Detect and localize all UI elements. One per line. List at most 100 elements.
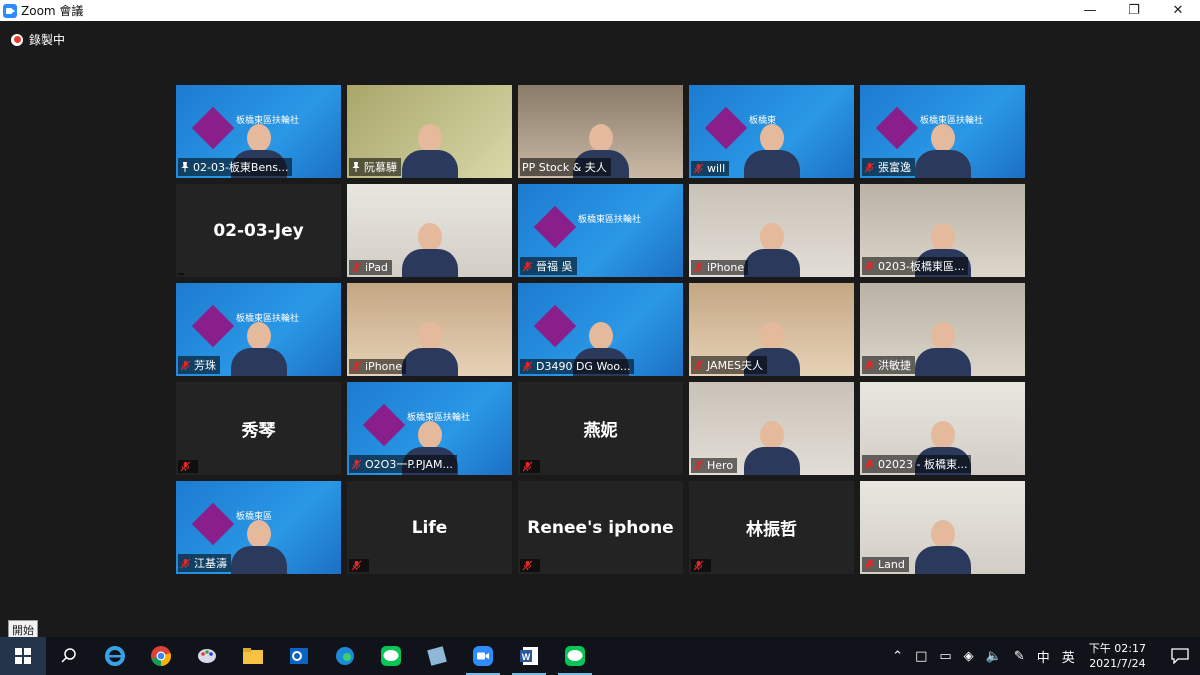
participant-tile[interactable]: Land	[860, 481, 1025, 574]
participant-display-name: 林振哲	[746, 520, 797, 540]
name-label: will	[691, 161, 730, 176]
participant-name: 芳珠	[194, 359, 216, 372]
microphone-muted-icon	[522, 261, 533, 272]
battery-icon[interactable]: ▭	[939, 649, 951, 664]
wifi-icon[interactable]: ◈	[964, 649, 974, 664]
chevron-up-icon[interactable]: ⌃	[892, 649, 903, 664]
participant-video-figure	[914, 318, 971, 376]
participant-head	[930, 124, 955, 152]
participant-tile[interactable]: 秀琴	[176, 382, 341, 475]
start-button[interactable]	[0, 637, 46, 675]
clock[interactable]: 下午 02:17 2021/7/24	[1089, 641, 1146, 671]
taskbar-line-2[interactable]	[552, 637, 598, 675]
participant-tile[interactable]: 02023 - 板橋東...	[860, 382, 1025, 475]
participant-tile[interactable]: 洪敏捷	[860, 283, 1025, 376]
participant-tile[interactable]: D3490 DG Woo...	[518, 283, 683, 376]
participant-tile[interactable]: JAMES夫人	[689, 283, 854, 376]
microphone-muted-icon	[864, 559, 875, 570]
ime-mode-icon[interactable]: 中	[1037, 647, 1050, 666]
microphone-muted-icon	[864, 360, 875, 371]
pin-icon	[351, 162, 361, 172]
participant-tile[interactable]: 板橋東區扶輪社 晉福 吳	[518, 184, 683, 277]
taskbar-zoom[interactable]	[460, 637, 506, 675]
participant-video-figure	[401, 219, 458, 277]
taskbar-line-1[interactable]	[368, 637, 414, 675]
line-icon	[381, 646, 401, 666]
participant-head	[417, 322, 442, 350]
volume-icon[interactable]: 🔈	[986, 649, 1002, 664]
microphone-muted-icon	[693, 163, 704, 174]
search-button[interactable]	[46, 637, 92, 675]
recording-indicator[interactable]: 錄製中	[11, 31, 65, 48]
taskbar-word[interactable]: W	[506, 637, 552, 675]
taskbar-chrome[interactable]	[138, 637, 184, 675]
name-label: 江基濤	[178, 554, 231, 572]
participant-tile[interactable]: 阮慕驊	[347, 85, 512, 178]
microphone-muted-icon	[351, 459, 362, 470]
participant-body	[401, 249, 458, 277]
participant-head	[246, 322, 271, 350]
restore-button[interactable]: ❐	[1112, 0, 1156, 21]
meet-now-icon[interactable]: □	[915, 649, 927, 664]
participant-tile[interactable]: iPad	[347, 184, 512, 277]
taskbar-edge[interactable]	[322, 637, 368, 675]
window-title: Zoom 會議	[21, 4, 84, 18]
taskbar-outlook[interactable]	[276, 637, 322, 675]
participant-head	[588, 124, 613, 152]
participant-body	[914, 546, 971, 574]
participant-name: 02023 - 板橋東...	[878, 458, 968, 471]
ime-language-icon[interactable]: 英	[1062, 647, 1075, 666]
close-button[interactable]: ✕	[1156, 0, 1200, 21]
participant-video-figure	[230, 318, 287, 376]
participant-tile[interactable]: 板橋東區扶輪社 O2O3一P.PJAM...	[347, 382, 512, 475]
name-label	[349, 559, 369, 572]
clock-time: 下午 02:17	[1088, 642, 1146, 655]
taskbar: W ⌃ □ ▭ ◈ 🔈 ✎ 中 英 下午 02:17 2021/7/24	[0, 637, 1200, 675]
participant-head	[759, 322, 784, 350]
participant-tile[interactable]: 02-03-Jey	[176, 184, 341, 277]
minimize-button[interactable]: —	[1068, 0, 1112, 21]
notification-icon	[1171, 648, 1189, 664]
participant-head	[759, 223, 784, 251]
participant-body	[401, 348, 458, 376]
participant-display-name: 燕妮	[583, 421, 618, 441]
participant-tile[interactable]: iPhone	[347, 283, 512, 376]
participant-tile[interactable]: 板橋東區 江基濤	[176, 481, 341, 574]
participant-display-name: Renee's iphone	[527, 517, 674, 538]
participant-tile[interactable]: iPhone	[689, 184, 854, 277]
folder-icon	[243, 648, 263, 664]
participant-tile[interactable]: 板橋東區扶輪社 02-03-板東Bens...	[176, 85, 341, 178]
participant-tile[interactable]: Hero	[689, 382, 854, 475]
name-label: Hero	[691, 458, 738, 473]
microphone-muted-icon	[864, 459, 875, 470]
microphone-muted-icon	[522, 461, 533, 472]
microphone-muted-icon	[693, 460, 704, 471]
participant-name: 江基濤	[194, 557, 227, 570]
name-label: D3490 DG Woo...	[520, 359, 635, 374]
taskbar-file-explorer[interactable]	[230, 637, 276, 675]
participant-tile[interactable]: Renee's iphone	[518, 481, 683, 574]
participant-video-figure	[743, 120, 800, 178]
participant-name: D3490 DG Woo...	[536, 360, 631, 373]
participant-tile[interactable]: 板橋東區扶輪社 芳珠	[176, 283, 341, 376]
participant-tile[interactable]: 林振哲	[689, 481, 854, 574]
participant-head	[417, 223, 442, 251]
taskbar-app-notes[interactable]	[414, 637, 460, 675]
taskbar-ie[interactable]	[92, 637, 138, 675]
participant-tile[interactable]: 板橋東 will	[689, 85, 854, 178]
participant-tile[interactable]: 0203-板橋東區...	[860, 184, 1025, 277]
pen-icon[interactable]: ✎	[1014, 649, 1025, 664]
participant-tile[interactable]: 板橋東區扶輪社 張富逸	[860, 85, 1025, 178]
banner-text: 板橋東區扶輪社	[578, 215, 642, 225]
participant-head	[930, 520, 955, 548]
participant-body	[743, 150, 800, 178]
notification-button[interactable]	[1160, 648, 1200, 664]
participant-body	[914, 150, 971, 178]
participant-body	[230, 348, 287, 376]
participant-tile[interactable]: PP Stock & 夫人	[518, 85, 683, 178]
participant-display-name: 02-03-Jey	[213, 220, 304, 241]
participant-tile[interactable]: Life	[347, 481, 512, 574]
participant-head	[930, 421, 955, 449]
participant-tile[interactable]: 燕妮	[518, 382, 683, 475]
taskbar-app-paint[interactable]	[184, 637, 230, 675]
